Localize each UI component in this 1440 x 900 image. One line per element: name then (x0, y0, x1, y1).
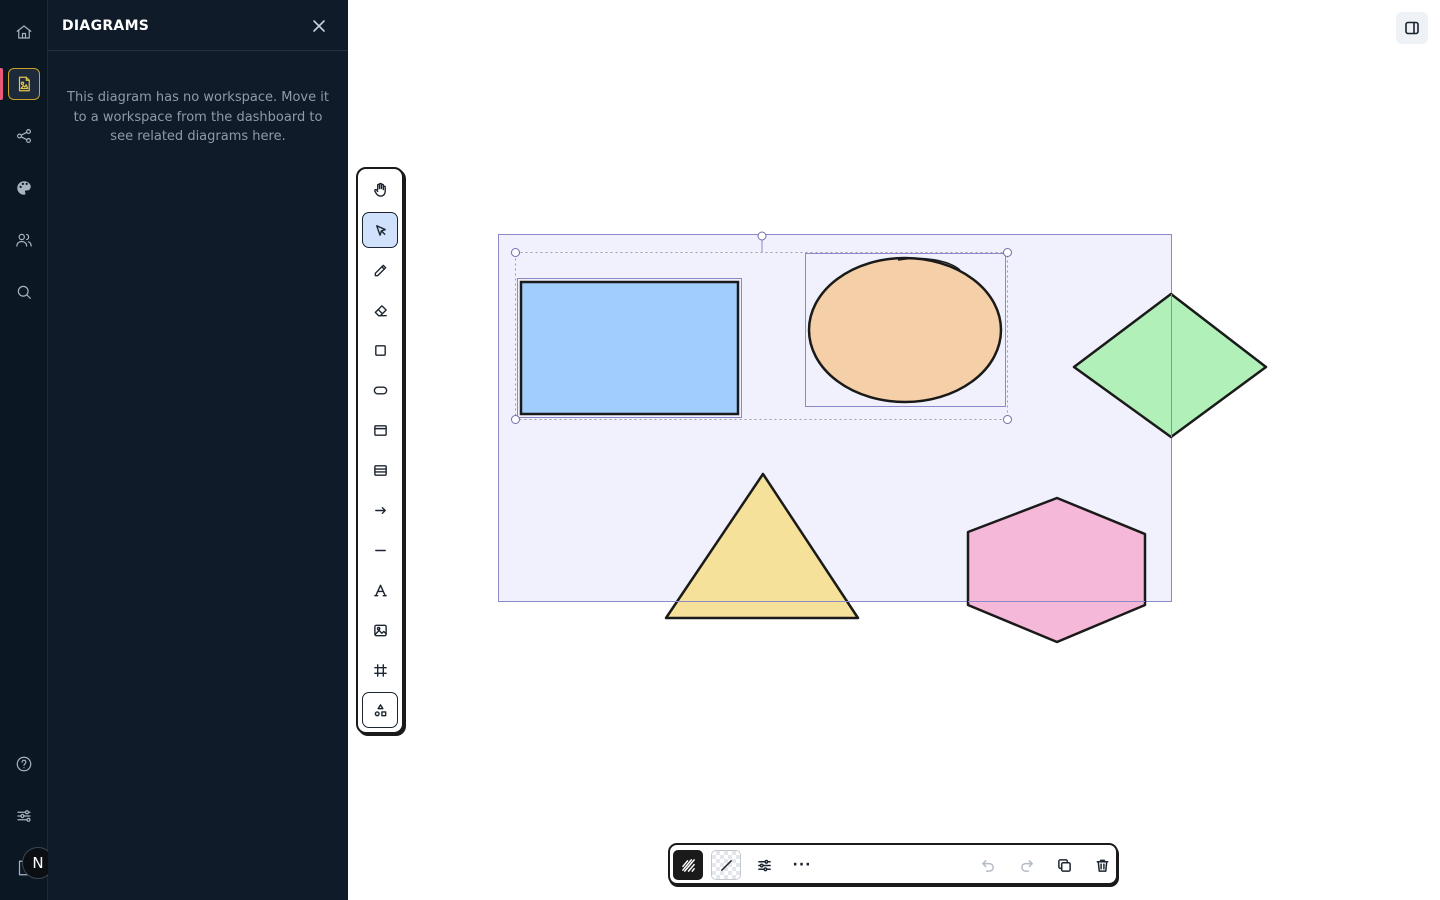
app-root: N DIAGRAMS This diagram has no workspace… (0, 0, 1440, 900)
fill-style-icon (681, 858, 695, 872)
undo-button[interactable] (973, 850, 1003, 880)
rail-share-button[interactable] (8, 120, 40, 152)
sidebar-toggle-icon (1405, 21, 1419, 35)
palette-icon (17, 181, 31, 195)
tool-rectangle[interactable] (362, 332, 398, 368)
frame-icon (373, 663, 387, 677)
sliders-icon (17, 810, 31, 822)
fill-style-button[interactable] (673, 850, 703, 880)
tool-arrow[interactable] (362, 492, 398, 528)
sidebar-toggle-button[interactable] (1396, 12, 1428, 44)
home-icon (16, 25, 32, 39)
redo-icon (1020, 859, 1033, 872)
help-icon (16, 756, 32, 772)
share-icon (17, 129, 31, 143)
ellipse-shape[interactable] (807, 256, 1003, 404)
rotate-handle[interactable] (757, 231, 767, 241)
rail-help-button[interactable] (8, 748, 40, 780)
redo-button[interactable] (1011, 850, 1041, 880)
rail-settings-button[interactable] (8, 800, 40, 832)
tool-image[interactable] (362, 612, 398, 648)
text-icon (373, 584, 387, 596)
duplicate-button[interactable] (1049, 850, 1079, 880)
shapes-icon (374, 703, 386, 716)
tool-text[interactable] (362, 572, 398, 608)
square-icon (374, 344, 386, 356)
pill-icon (373, 386, 387, 394)
line-icon (374, 549, 386, 551)
resize-handle-tr[interactable] (1003, 248, 1012, 257)
diagrams-panel: DIAGRAMS This diagram has no workspace. … (48, 0, 348, 900)
more-icon: ··· (792, 857, 812, 873)
rail-theme-button[interactable] (8, 172, 40, 204)
hand-icon (373, 182, 386, 197)
tool-line[interactable] (362, 532, 398, 568)
panel-header: DIAGRAMS (48, 0, 348, 51)
icon-rail: N (0, 0, 54, 900)
resize-handle-tl[interactable] (511, 248, 520, 257)
tool-eraser[interactable] (362, 292, 398, 328)
image-icon (373, 624, 387, 636)
panel-title: DIAGRAMS (62, 18, 150, 34)
adjust-icon (757, 859, 771, 871)
rail-team-button[interactable] (8, 224, 40, 256)
adjust-button[interactable] (749, 850, 779, 880)
more-options-button[interactable]: ··· (787, 850, 817, 880)
panel-empty-message: This diagram has no workspace. Move it t… (67, 90, 329, 144)
avatar-initial: N (32, 854, 44, 872)
stroke-style-icon (720, 859, 732, 871)
tool-ellipse[interactable] (362, 372, 398, 408)
table-icon (373, 464, 387, 476)
selection-action-bar: ··· (668, 843, 1118, 885)
users-icon (16, 233, 32, 247)
resize-handle-br[interactable] (1003, 415, 1012, 424)
close-icon (313, 20, 325, 32)
diagram-canvas[interactable]: ··· (348, 0, 1440, 900)
tool-hand[interactable] (362, 171, 398, 207)
pointer-icon (375, 224, 386, 236)
panel-close-button[interactable] (310, 17, 328, 35)
search-icon (17, 285, 31, 299)
pencil-icon (374, 264, 386, 276)
diagram-file-icon (18, 76, 30, 92)
tool-select[interactable] (362, 212, 398, 248)
resize-handle-bl[interactable] (511, 415, 520, 424)
tool-pencil[interactable] (362, 252, 398, 288)
tool-window[interactable] (362, 412, 398, 448)
duplicate-icon (1057, 858, 1071, 872)
delete-button[interactable] (1087, 850, 1117, 880)
rail-search-button[interactable] (8, 276, 40, 308)
rail-diagrams-button[interactable] (8, 68, 40, 100)
trash-icon (1096, 859, 1108, 872)
shapes-layer (498, 231, 1268, 644)
tool-frame[interactable] (362, 652, 398, 688)
tool-palette (356, 167, 404, 734)
active-indicator (0, 68, 3, 100)
arrow-right-icon (374, 506, 386, 514)
window-icon (373, 424, 387, 436)
rail-home-button[interactable] (8, 16, 40, 48)
tool-shapes[interactable] (362, 692, 398, 728)
undo-icon (981, 859, 994, 872)
eraser-icon (374, 304, 387, 316)
tool-table[interactable] (362, 452, 398, 488)
stroke-style-button[interactable] (711, 850, 741, 880)
rectangle-shape[interactable] (519, 280, 740, 416)
